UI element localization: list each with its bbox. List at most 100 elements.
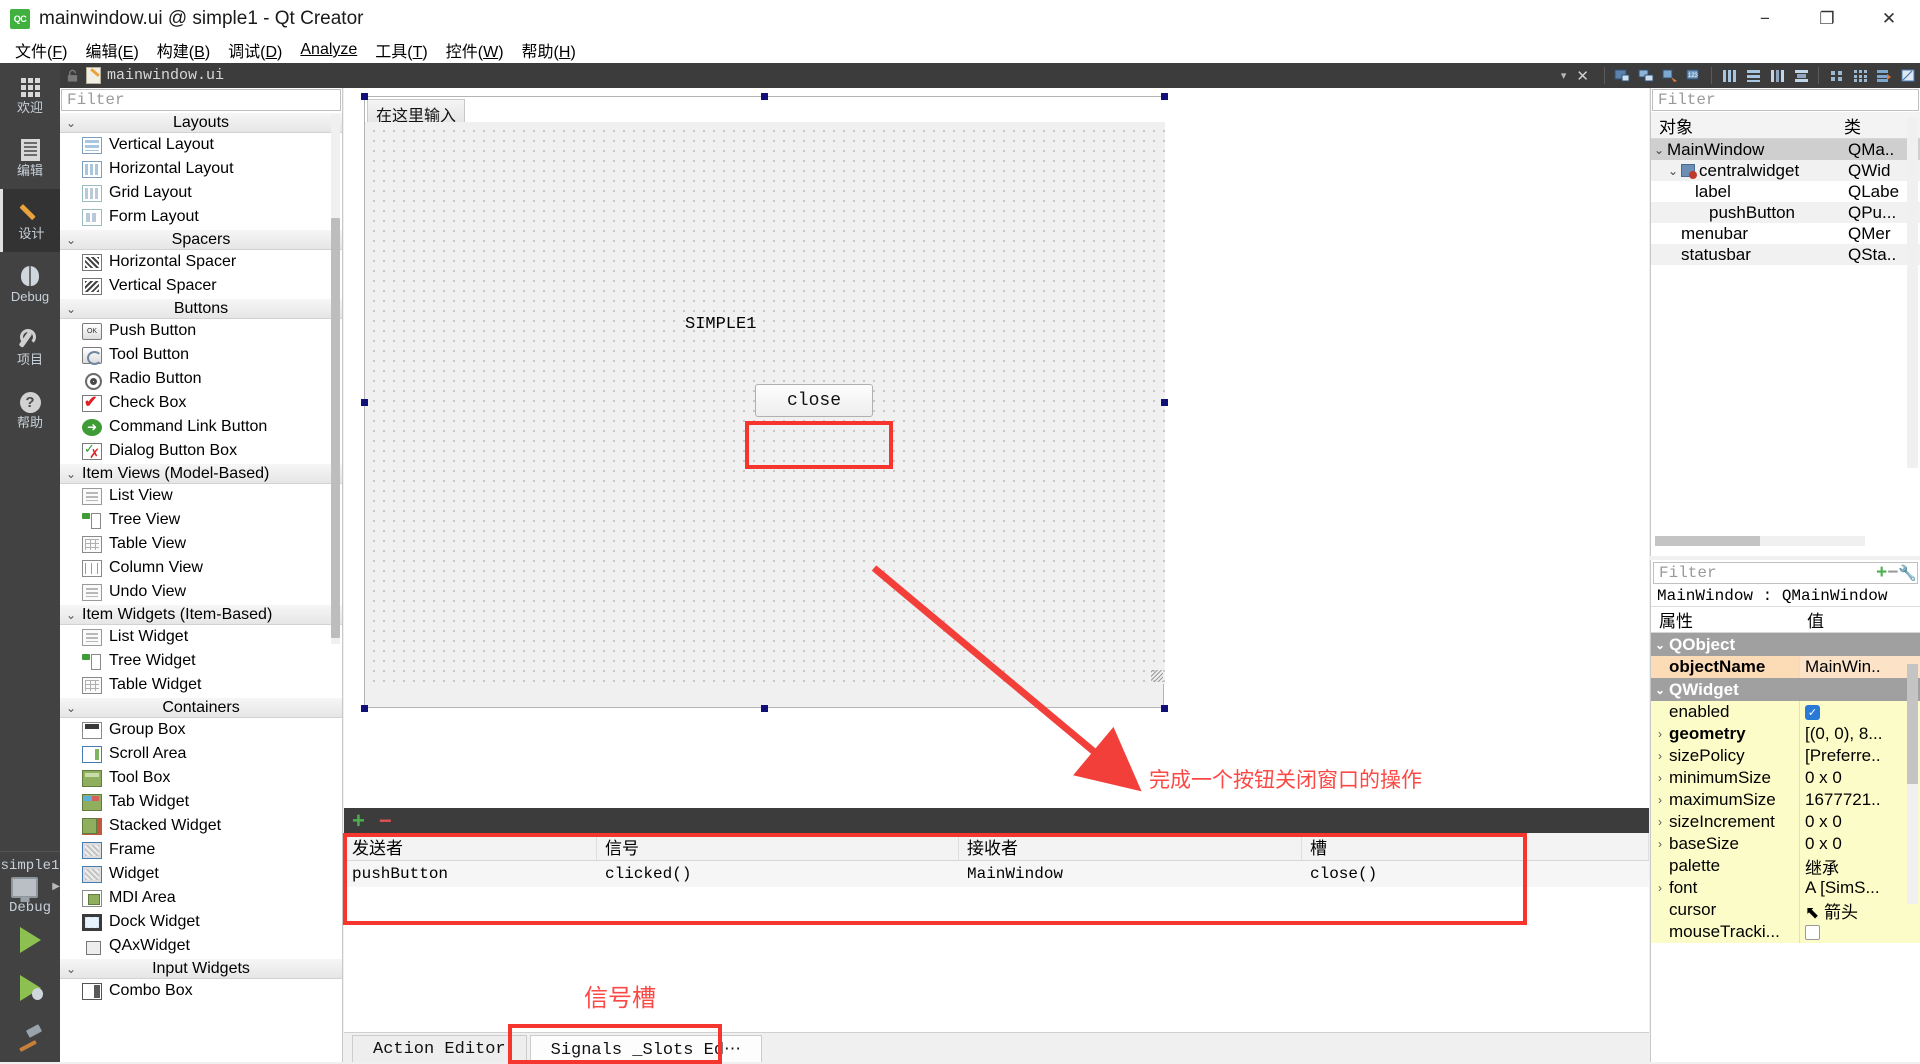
widgetbox-group-buttons[interactable]: ⌄ Buttons: [60, 298, 342, 319]
widget-box-filter-input[interactable]: Filter: [61, 89, 341, 111]
widget-item-frame[interactable]: Frame: [60, 838, 342, 862]
minimize-button[interactable]: −: [1734, 0, 1796, 37]
widgetbox-group-spacers[interactable]: ⌄ Spacers: [60, 229, 342, 250]
property-value-cell[interactable]: MainWin..: [1799, 656, 1920, 678]
property-row-maximumsize[interactable]: › maximumSize 1677721..: [1651, 789, 1920, 811]
edit-tab-order-icon[interactable]: 123: [1683, 65, 1705, 86]
object-inspector-scrollbar[interactable]: [1907, 118, 1918, 468]
property-row-cursor[interactable]: cursor ⬉ 箭头: [1651, 899, 1920, 921]
widget-item-tool-box[interactable]: Tool Box: [60, 766, 342, 790]
widget-item-qaxwidget[interactable]: QAxWidget: [60, 934, 342, 958]
edit-buddies-icon[interactable]: [1659, 65, 1681, 86]
widget-item-radio-button[interactable]: Radio Button: [60, 367, 342, 391]
widget-item-check-box[interactable]: Check Box: [60, 391, 342, 415]
layout-grid-icon[interactable]: [1849, 65, 1871, 86]
chevron-right-icon[interactable]: ›: [1651, 727, 1669, 741]
object-inspector-row-statusbar[interactable]: statusbar QSta..: [1651, 244, 1920, 265]
layout-vertical-icon[interactable]: [1742, 65, 1764, 86]
chevron-right-icon[interactable]: ›: [1651, 881, 1669, 895]
remove-property-button[interactable]: −: [1887, 562, 1898, 584]
menu-file[interactable]: 文件(F): [6, 36, 76, 64]
property-group-qwidget[interactable]: ⌄ QWidget: [1651, 678, 1920, 701]
widget-item-dock-widget[interactable]: Dock Widget: [60, 910, 342, 934]
menu-window[interactable]: 控件(W): [437, 36, 513, 64]
widget-item-stacked-widget[interactable]: Stacked Widget: [60, 814, 342, 838]
form-main-window[interactable]: 在这里输入 SIMPLE1 close: [364, 96, 1165, 708]
mode-debug[interactable]: Debug: [0, 252, 60, 315]
selection-handle-bottom-center[interactable]: [761, 705, 768, 712]
property-value-cell[interactable]: 0 x 0: [1799, 811, 1920, 833]
property-row-minimumsize[interactable]: › minimumSize 0 x 0: [1651, 767, 1920, 789]
widgetbox-group-layouts[interactable]: ⌄ Layouts: [60, 112, 342, 133]
layout-splitter-horizontal-icon[interactable]: [1766, 65, 1788, 86]
column-header-value[interactable]: 值: [1799, 607, 1920, 632]
remove-connection-button[interactable]: −: [379, 809, 392, 832]
selection-handle-bottom-right[interactable]: [1161, 705, 1168, 712]
close-document-icon[interactable]: ✕: [1576, 67, 1589, 85]
selection-handle-top-right[interactable]: [1161, 93, 1168, 100]
mode-welcome[interactable]: 欢迎: [0, 63, 60, 126]
widget-item-column-view[interactable]: Column View: [60, 556, 342, 580]
widget-item-horizontal-layout[interactable]: Horizontal Layout: [60, 157, 342, 181]
property-value-cell[interactable]: A [SimS...: [1799, 877, 1920, 899]
menu-build[interactable]: 构建(B): [148, 36, 219, 64]
edit-widgets-icon[interactable]: [1611, 65, 1633, 86]
column-header-object[interactable]: 对象: [1651, 112, 1836, 138]
widget-item-tree-view[interactable]: Tree View: [60, 508, 342, 532]
edit-signals-slots-icon[interactable]: [1635, 65, 1657, 86]
configure-icon[interactable]: 🔧: [1898, 564, 1917, 582]
property-row-sizepolicy[interactable]: › sizePolicy [Preferre..: [1651, 745, 1920, 767]
widgetbox-group-item-views[interactable]: ⌄ Item Views (Model-Based): [60, 463, 342, 484]
widget-item-group-box[interactable]: Group Box: [60, 718, 342, 742]
widget-item-table-view[interactable]: Table View: [60, 532, 342, 556]
property-row-geometry[interactable]: › geometry [(0, 0), 8...: [1651, 723, 1920, 745]
break-layout-icon[interactable]: [1873, 65, 1895, 86]
widgetbox-group-input-widgets[interactable]: ⌄ Input Widgets: [60, 958, 342, 979]
property-value-cell[interactable]: [Preferre..: [1799, 745, 1920, 767]
chevron-right-icon[interactable]: ›: [1651, 815, 1669, 829]
tab-action-editor[interactable]: Action Editor: [352, 1035, 527, 1062]
menu-analyze[interactable]: Analyze: [291, 39, 366, 61]
object-inspector-row-label[interactable]: label QLabe: [1651, 181, 1920, 202]
widget-item-widget[interactable]: Widget: [60, 862, 342, 886]
object-inspector-row-mainwindow[interactable]: ⌄ MainWindow QMa..: [1651, 139, 1920, 160]
menu-help[interactable]: 帮助(H): [513, 36, 585, 64]
chevron-right-icon[interactable]: ›: [1651, 837, 1669, 851]
mode-projects[interactable]: 项目: [0, 315, 60, 378]
selection-handle-top-center[interactable]: [761, 93, 768, 100]
chevron-right-icon[interactable]: ›: [1651, 749, 1669, 763]
layout-splitter-vertical-icon[interactable]: [1790, 65, 1812, 86]
property-row-palette[interactable]: palette 继承: [1651, 855, 1920, 877]
form-editor-canvas[interactable]: 在这里输入 SIMPLE1 close 完成一个按钮关闭窗口的操作: [344, 88, 1649, 808]
form-central-widget[interactable]: SIMPLE1 close: [365, 122, 1165, 684]
widget-item-vertical-spacer[interactable]: Vertical Spacer: [60, 274, 342, 298]
form-resize-grip[interactable]: [1151, 670, 1163, 682]
menu-debug[interactable]: 调试(D): [219, 36, 291, 64]
widget-item-form-layout[interactable]: Form Layout: [60, 205, 342, 229]
kit-selector[interactable]: simple1 ▶ Debug: [0, 851, 60, 916]
widget-item-tree-widget[interactable]: Tree Widget: [60, 649, 342, 673]
file-dropdown-caret-icon[interactable]: ▾: [1561, 69, 1567, 82]
object-inspector-row-pushbutton[interactable]: pushButton QPu...: [1651, 202, 1920, 223]
build-button[interactable]: [0, 1012, 60, 1062]
selection-handle-middle-right[interactable]: [1161, 399, 1168, 406]
object-inspector-row-centralwidget[interactable]: ⌄ centralwidget QWid: [1651, 160, 1920, 181]
form-label-widget[interactable]: SIMPLE1: [685, 315, 756, 334]
chevron-down-icon[interactable]: ⌄: [1651, 638, 1669, 652]
lock-icon[interactable]: [66, 69, 79, 83]
column-header-property[interactable]: 属性: [1651, 607, 1799, 632]
adjust-size-icon[interactable]: [1897, 65, 1919, 86]
property-value-cell[interactable]: [(0, 0), 8...: [1799, 723, 1920, 745]
selection-handle-middle-left[interactable]: [361, 399, 368, 406]
widgetbox-group-containers[interactable]: ⌄ Containers: [60, 697, 342, 718]
property-row-enabled[interactable]: enabled ✓: [1651, 701, 1920, 723]
widget-item-dialog-button-box[interactable]: Dialog Button Box: [60, 439, 342, 463]
property-value-cell[interactable]: ✓: [1799, 701, 1920, 723]
widget-item-list-view[interactable]: List View: [60, 484, 342, 508]
property-value-cell[interactable]: 继承: [1799, 855, 1920, 877]
start-debugging-button[interactable]: [0, 964, 60, 1012]
chevron-right-icon[interactable]: ›: [1651, 793, 1669, 807]
property-value-cell[interactable]: 0 x 0: [1799, 833, 1920, 855]
property-value-cell[interactable]: ⬉ 箭头: [1799, 899, 1920, 921]
form-push-button[interactable]: close: [755, 384, 873, 417]
